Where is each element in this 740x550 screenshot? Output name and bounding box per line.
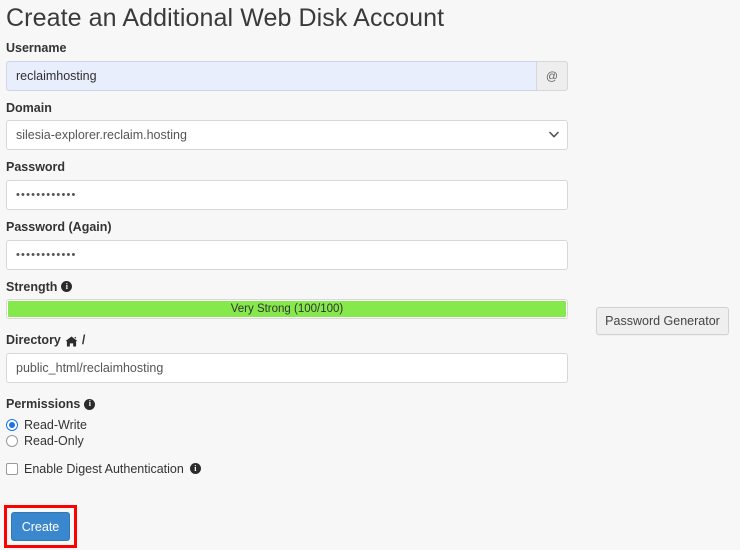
strength-field-block: Strength i Very Strong (100/100) bbox=[6, 280, 574, 320]
password-label: Password bbox=[6, 160, 574, 176]
directory-label-text: Directory bbox=[6, 333, 61, 348]
permissions-label: Permissions i bbox=[6, 397, 574, 413]
at-symbol-addon: @ bbox=[536, 60, 568, 91]
username-label-text: Username bbox=[6, 41, 67, 55]
digest-auth-label: Enable Digest Authentication bbox=[24, 462, 184, 477]
domain-label: Domain bbox=[6, 101, 574, 117]
create-web-disk-form: Create an Additional Web Disk Account Us… bbox=[6, 0, 574, 486]
create-button-highlight: Create bbox=[4, 505, 77, 548]
password-input[interactable]: •••••••••••• bbox=[6, 179, 568, 210]
directory-field-block: Directory / public_html/reclaimhosting bbox=[6, 333, 574, 383]
permissions-info-icon[interactable]: i bbox=[84, 398, 96, 410]
domain-select-wrap[interactable]: silesia-explorer.reclaim.hosting bbox=[6, 120, 568, 151]
directory-label-suffix: / bbox=[81, 333, 86, 348]
digest-auth-checkbox[interactable] bbox=[6, 463, 18, 476]
domain-select[interactable]: silesia-explorer.reclaim.hosting bbox=[6, 120, 568, 151]
password-strength-text: Very Strong (100/100) bbox=[230, 303, 344, 316]
create-button[interactable]: Create bbox=[11, 512, 70, 541]
password-again-label-text: Password (Again) bbox=[6, 219, 112, 234]
radio-read-write-control[interactable] bbox=[6, 419, 18, 432]
password-strength-fill: Very Strong (100/100) bbox=[8, 301, 566, 318]
radio-read-only-control[interactable] bbox=[6, 435, 18, 448]
directory-input[interactable]: public_html/reclaimhosting bbox=[6, 352, 568, 383]
web-disk-account-page: Create an Additional Web Disk Account Us… bbox=[0, 0, 740, 550]
digest-auth-info-icon[interactable]: i bbox=[189, 463, 201, 475]
password-generator-button[interactable]: Password Generator bbox=[596, 307, 729, 335]
password-again-field-block: Password (Again) •••••••••••• bbox=[6, 220, 574, 270]
radio-read-only-label: Read-Only bbox=[24, 434, 84, 449]
radio-read-write[interactable]: Read-Write bbox=[6, 418, 574, 432]
page-title: Create an Additional Web Disk Account bbox=[6, 4, 445, 32]
username-input-group: reclaimhosting @ bbox=[6, 60, 568, 91]
radio-read-write-label: Read-Write bbox=[24, 418, 87, 433]
domain-label-text: Domain bbox=[6, 100, 52, 115]
permissions-field-block: Permissions i Read-Write Read-Only Enabl… bbox=[6, 397, 574, 476]
password-again-input[interactable]: •••••••••••• bbox=[6, 239, 568, 270]
password-strength-meter: Very Strong (100/100) bbox=[6, 299, 568, 320]
username-label: Username bbox=[6, 41, 574, 57]
domain-field-block: Domain silesia-explorer.reclaim.hosting bbox=[6, 101, 574, 151]
home-icon bbox=[65, 336, 78, 347]
password-again-label: Password (Again) bbox=[6, 220, 574, 236]
password-field-block: Password •••••••••••• bbox=[6, 160, 574, 210]
username-input[interactable]: reclaimhosting bbox=[6, 60, 536, 91]
strength-label-text: Strength bbox=[6, 279, 58, 294]
digest-auth-row[interactable]: Enable Digest Authentication i bbox=[6, 462, 574, 476]
directory-label: Directory / bbox=[6, 333, 574, 349]
password-label-text: Password bbox=[6, 160, 66, 175]
username-field-block: Username reclaimhosting @ bbox=[6, 41, 574, 91]
strength-info-icon[interactable]: i bbox=[61, 281, 73, 293]
permissions-label-text: Permissions bbox=[6, 396, 81, 411]
strength-label: Strength i bbox=[6, 280, 574, 296]
radio-read-only[interactable]: Read-Only bbox=[6, 434, 574, 448]
